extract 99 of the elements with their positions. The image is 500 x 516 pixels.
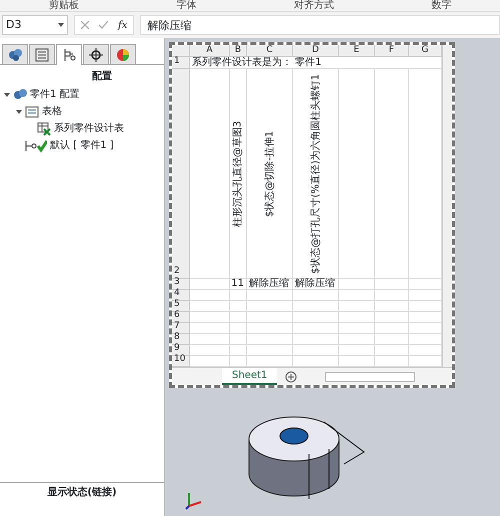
table-cell [293, 312, 339, 323]
panel-tab[interactable] [2, 44, 28, 64]
display-state-header: 显示状态(链接) [0, 482, 164, 516]
table-cell [230, 345, 247, 356]
table-cell [375, 312, 409, 323]
table-cell [339, 301, 375, 312]
list-icon [35, 48, 49, 62]
table-cell [247, 323, 293, 334]
row-header[interactable]: 7 [172, 323, 190, 334]
panel-tab[interactable] [83, 44, 109, 64]
row-header[interactable]: 4 [172, 290, 190, 301]
formula-input[interactable]: 解除压缩 [140, 15, 500, 35]
table-cell [375, 301, 409, 312]
expanded-arrow-icon[interactable] [4, 92, 10, 98]
axis-triad-icon [185, 490, 203, 510]
table-cell [339, 345, 375, 356]
row-header[interactable]: 8 [172, 334, 190, 345]
rotated-cell-text: $状态@打孔尺寸(%直径)为六角圆柱头螺钉1 [310, 73, 321, 274]
horizontal-scrollbar[interactable] [325, 372, 416, 382]
table-cell [339, 334, 375, 345]
table-cell [190, 345, 230, 356]
table-cell [375, 323, 409, 334]
table-cell [293, 290, 339, 301]
rotated-cell-text: 柱形沉头孔直径@草图3 [232, 120, 244, 227]
table-cell [409, 301, 442, 312]
row-header[interactable]: 1 [172, 57, 190, 69]
crosshair-icon [89, 48, 103, 62]
table-cell [375, 334, 409, 345]
table-cell [375, 345, 409, 356]
configuration-check-icon [25, 138, 47, 152]
rotated-cell-text: $状态@切除-拉伸1 [264, 130, 275, 217]
column-header[interactable]: E [339, 45, 375, 57]
table-cell [190, 279, 230, 290]
column-header[interactable]: G [409, 45, 442, 57]
dropdown-caret-icon[interactable] [58, 23, 64, 27]
table-cell [247, 334, 293, 345]
panel-tab[interactable] [56, 44, 82, 65]
table-cell [409, 334, 442, 345]
column-header[interactable]: C [247, 45, 293, 57]
table-cell [339, 323, 375, 334]
table-cell: 解除压缩 [247, 279, 293, 290]
table-cell [247, 290, 293, 301]
table-cell [247, 312, 293, 323]
table-cell [230, 334, 247, 345]
table-cell: 11 [230, 279, 247, 290]
parts-icon [8, 48, 22, 62]
column-header[interactable]: A [190, 45, 230, 57]
table-cell: 解除压缩 [293, 279, 339, 290]
tree-item[interactable]: 零件1 配置 [30, 87, 80, 102]
table-cell [293, 323, 339, 334]
table-cell: 系列零件设计表是为： 零件1 [190, 57, 442, 69]
configurations-icon [13, 88, 27, 102]
color-wheel-icon [116, 48, 130, 62]
column-header[interactable]: F [375, 45, 409, 57]
name-box[interactable]: D3 [2, 15, 68, 35]
table-cell [247, 345, 293, 356]
table-cell [409, 312, 442, 323]
row-header[interactable]: 6 [172, 312, 190, 323]
checkmark-icon[interactable] [99, 21, 108, 29]
table-cell [293, 301, 339, 312]
sheet-tab[interactable]: Sheet1 [222, 368, 278, 385]
configuration-icon [62, 48, 76, 62]
table-cell [190, 334, 230, 345]
table-cell [339, 312, 375, 323]
expanded-arrow-icon[interactable] [16, 108, 22, 114]
insert-function-button[interactable]: fx [118, 18, 128, 32]
table-cell [339, 290, 375, 301]
table-cell [190, 312, 230, 323]
vertical-scrollbar[interactable] [442, 45, 452, 367]
table-folder-icon [25, 104, 39, 118]
table-cell [375, 279, 409, 290]
table-cell [293, 345, 339, 356]
table-cell [230, 290, 247, 301]
table-cell [247, 301, 293, 312]
table-cell [190, 290, 230, 301]
design-table-icon [37, 122, 51, 136]
table-cell [230, 323, 247, 334]
table-cell [293, 334, 339, 345]
table-cell [409, 290, 442, 301]
panel-tab[interactable] [29, 44, 55, 64]
table-cell [409, 279, 442, 290]
column-header[interactable]: B [230, 45, 247, 57]
tree-item[interactable]: 系列零件设计表 [54, 121, 124, 136]
row-header[interactable]: 3 [172, 279, 190, 290]
table-cell [230, 312, 247, 323]
row-header[interactable]: 10 [172, 356, 190, 367]
panel-title: 配置 [91, 70, 113, 84]
table-cell [190, 301, 230, 312]
row-header[interactable]: 9 [172, 345, 190, 356]
table-cell [190, 323, 230, 334]
table-cell [409, 345, 442, 356]
tree-item[interactable]: 表格 [42, 104, 62, 119]
table-cell [409, 323, 442, 334]
table-cell [230, 301, 247, 312]
tree-item[interactable]: 默认 [ 零件1 ] [50, 138, 114, 153]
column-header[interactable]: D [293, 45, 339, 57]
add-sheet-icon[interactable] [285, 370, 298, 382]
table-cell [375, 290, 409, 301]
table-cell [339, 279, 375, 290]
